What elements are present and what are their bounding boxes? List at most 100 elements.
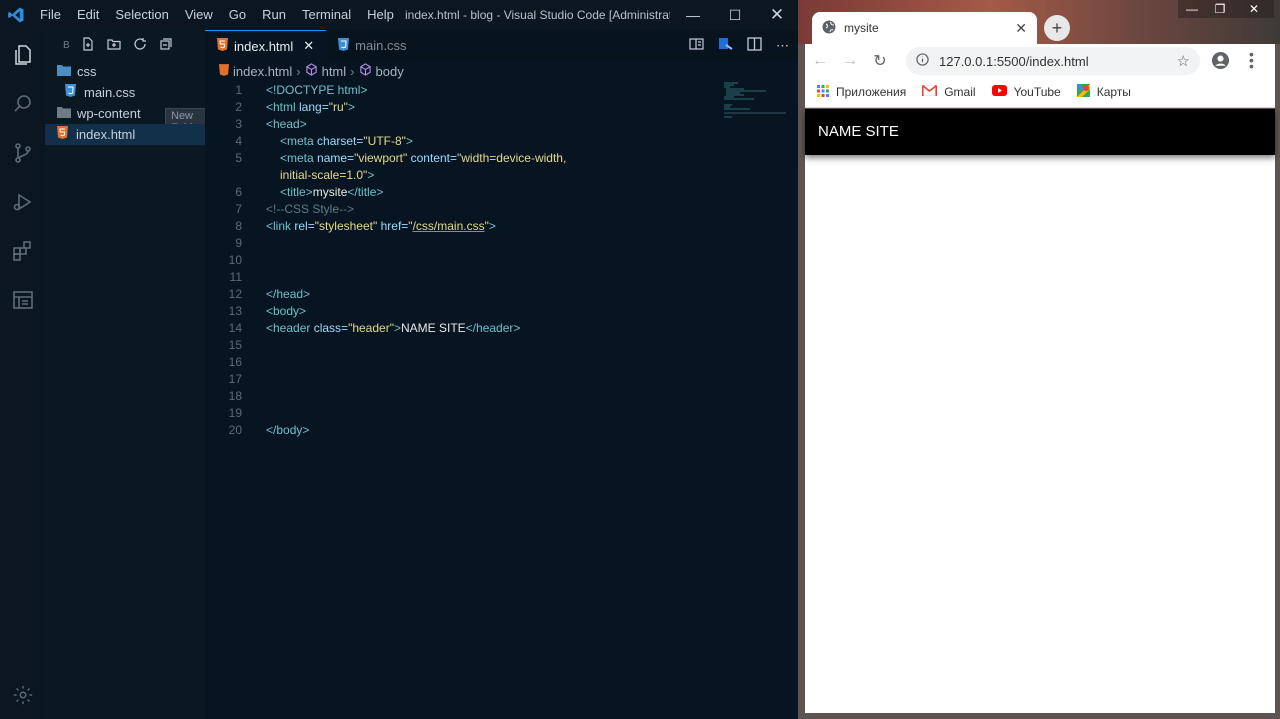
code-line: <header class="header">NAME SITE</header… — [266, 321, 521, 335]
code-line: <html lang="ru"> — [266, 100, 355, 114]
run-debug-icon[interactable] — [0, 177, 45, 226]
bookmarks-bar: Приложения Gmail YouTube Карты — [805, 77, 1275, 108]
globe-icon — [822, 20, 836, 37]
folder-open-icon — [57, 61, 71, 82]
breadcrumb-html[interactable]: html — [322, 64, 347, 79]
code-line: <meta name="viewport" content="width=dev… — [280, 151, 567, 165]
line-number: 20 — [228, 423, 242, 437]
browser-tab[interactable]: mysite ✕ — [812, 12, 1037, 44]
folder-icon — [57, 103, 71, 124]
extensions-icon[interactable] — [0, 226, 45, 275]
profile-avatar-icon[interactable] — [1211, 51, 1230, 75]
symbol-icon — [359, 63, 372, 79]
tab-close-icon[interactable]: ✕ — [1015, 20, 1027, 37]
close-icon[interactable]: ✕ — [1234, 0, 1274, 18]
bookmark-gmail[interactable]: Gmail — [921, 84, 976, 99]
breadcrumb-file[interactable]: index.html — [233, 64, 292, 79]
bookmark-apps[interactable]: Приложения — [817, 84, 906, 100]
vscode-window: File Edit Selection View Go Run Terminal… — [0, 0, 798, 719]
address-bar[interactable]: 127.0.0.1:5500/index.html ☆ — [906, 47, 1200, 75]
site-header: NAME SITE — [805, 109, 1275, 155]
maximize-icon[interactable]: ☐ — [714, 0, 756, 30]
line-number: 2 — [235, 100, 242, 114]
line-number: 11 — [229, 270, 242, 284]
bookmark-maps[interactable]: Карты — [1075, 82, 1131, 100]
menu-view[interactable]: View — [177, 0, 221, 30]
tab-main-css[interactable]: main.css — [326, 30, 438, 61]
tree-file-main-css[interactable]: main.css — [45, 82, 205, 103]
editor-area: index.html ✕ main.css ⋯ index.html › htm… — [205, 30, 798, 719]
tree-folder-css[interactable]: css — [45, 61, 205, 82]
explorer-icon[interactable] — [0, 30, 45, 79]
tab-close-icon[interactable]: ✕ — [303, 38, 314, 54]
search-icon[interactable] — [0, 79, 45, 128]
menu-help[interactable]: Help — [359, 0, 402, 30]
bookmark-label: YouTube — [1013, 85, 1061, 99]
youtube-icon — [991, 85, 1007, 99]
chrome-window: mysite ✕ + — ❐ ✕ ← → ↻ 127.0.0.1:5500/in… — [798, 0, 1280, 719]
menu-selection[interactable]: Selection — [107, 0, 176, 30]
menu-run[interactable]: Run — [254, 0, 294, 30]
editor-tabs: index.html ✕ main.css ⋯ — [205, 30, 798, 61]
tab-title: mysite — [844, 21, 879, 35]
bookmark-label: Карты — [1096, 85, 1131, 99]
code-line: <link rel="stylesheet" href="/css/main.c… — [266, 219, 496, 233]
live-share-icon[interactable] — [718, 37, 733, 54]
vscode-logo-icon — [0, 0, 32, 30]
collapse-all-icon[interactable] — [158, 36, 174, 55]
breadcrumb-body[interactable]: body — [376, 64, 404, 79]
more-actions-icon[interactable]: ⋯ — [776, 38, 790, 54]
tree-item-label: wp-content — [77, 106, 141, 121]
activity-bar — [0, 30, 45, 719]
minimize-icon[interactable]: — — [672, 0, 714, 30]
new-folder-icon[interactable] — [106, 36, 122, 55]
open-preview-icon[interactable] — [689, 37, 704, 54]
line-number: 9 — [235, 236, 242, 250]
forward-arrow-icon[interactable]: → — [835, 46, 865, 76]
code-line: <meta charset="UTF-8"> — [280, 134, 413, 148]
menu-terminal[interactable]: Terminal — [294, 0, 359, 30]
minimize-icon[interactable]: — — [1178, 0, 1206, 18]
new-tab-button[interactable]: + — [1044, 15, 1070, 41]
css-file-icon — [338, 37, 350, 54]
code-editor[interactable]: 1 <!DOCTYPE html> 2 <html lang="ru"> 3 <hea… — [205, 82, 715, 439]
remote-explorer-icon[interactable] — [0, 275, 45, 324]
close-icon[interactable]: ✕ — [756, 0, 798, 30]
menu-file[interactable]: File — [32, 0, 69, 30]
html-file-icon — [57, 124, 68, 145]
page-viewport: NAME SITE — [805, 109, 1275, 713]
settings-gear-icon[interactable] — [0, 670, 45, 719]
back-arrow-icon[interactable]: ← — [805, 46, 835, 76]
line-number: 18 — [228, 389, 242, 403]
menu-go[interactable]: Go — [221, 0, 254, 30]
chrome-tab-strip: mysite ✕ + — ❐ ✕ — [798, 0, 1280, 44]
refresh-icon[interactable] — [132, 36, 148, 55]
tree-item-label: index.html — [76, 127, 136, 142]
minimap[interactable] — [724, 82, 786, 122]
info-icon[interactable] — [916, 53, 929, 69]
line-number: 7 — [235, 202, 242, 216]
code-line: <!--CSS Style--> — [266, 202, 355, 216]
bookmark-label: Gmail — [944, 85, 976, 99]
css-link[interactable]: /css/main.css — [413, 219, 485, 233]
source-control-icon[interactable] — [0, 128, 45, 177]
bookmark-youtube[interactable]: YouTube — [991, 85, 1061, 99]
line-number: 10 — [228, 253, 242, 267]
chevron-right-icon: › — [350, 63, 355, 79]
menu-kebab-icon[interactable]: • • • — [1249, 47, 1254, 73]
tab-index-html[interactable]: index.html ✕ — [205, 30, 327, 61]
explorer-section-initial: B — [63, 39, 70, 51]
tree-file-index-html[interactable]: index.html — [45, 124, 205, 145]
restore-icon[interactable]: ❐ — [1206, 0, 1234, 18]
url-text: 127.0.0.1:5500/index.html — [939, 53, 1089, 69]
explorer-sidebar: B New Folder css — [45, 30, 209, 719]
line-number: 15 — [228, 338, 242, 352]
menu-edit[interactable]: Edit — [69, 0, 107, 30]
tree-folder-wp-content[interactable]: wp-content — [45, 103, 205, 124]
bookmark-star-icon[interactable]: ☆ — [1177, 52, 1190, 70]
reload-icon[interactable]: ↻ — [865, 46, 895, 76]
split-editor-icon[interactable] — [747, 37, 762, 54]
line-number: 6 — [235, 185, 242, 199]
new-file-icon[interactable] — [80, 36, 96, 55]
gmail-icon — [921, 84, 938, 99]
